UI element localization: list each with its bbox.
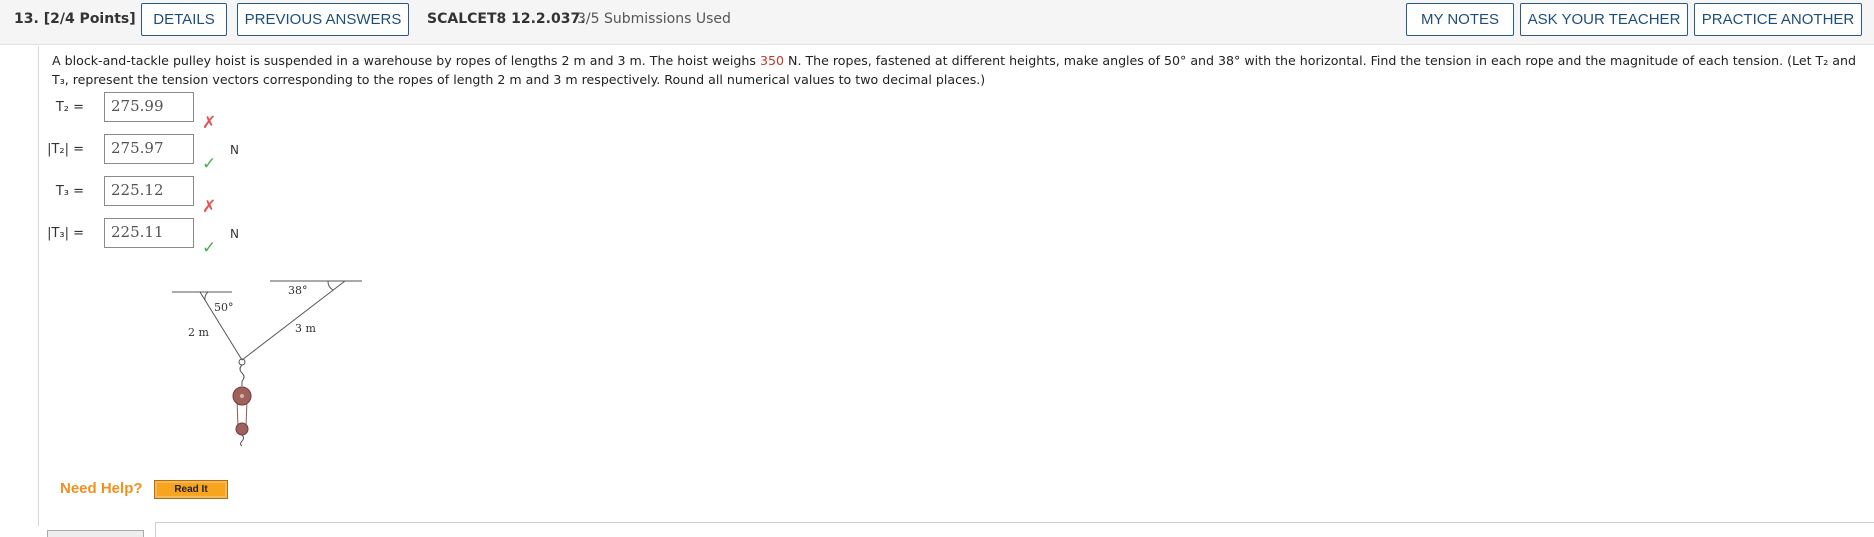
answer-label-t2-magnitude: |T₂| = — [47, 142, 84, 157]
practice-another-button[interactable]: PRACTICE ANOTHER — [1694, 3, 1862, 36]
answer-label-t2: T₂ = — [55, 100, 84, 115]
bottom-panel — [155, 522, 1874, 537]
question-text: A block-and-tackle pulley hoist is suspe… — [52, 51, 1862, 89]
pulley-diagram: 50° 38° 2 m 3 m — [172, 280, 362, 447]
points-label: [2/4 Points] — [43, 11, 136, 27]
upper-pulley-axle — [240, 394, 244, 398]
unit-label: N — [230, 227, 239, 241]
x-mark-icon: ✗ — [202, 197, 217, 217]
lower-pulley-wheel — [235, 422, 249, 436]
rope-label-2m: 2 m — [188, 326, 209, 339]
x-mark-icon: ✗ — [202, 113, 217, 133]
answer-input-t3-magnitude[interactable]: 225.11 — [104, 218, 194, 248]
rope-label-3m: 3 m — [295, 322, 316, 335]
answer-input-t2[interactable]: 275.99 — [104, 92, 194, 122]
ask-your-teacher-button[interactable]: ASK YOUR TEACHER — [1520, 3, 1688, 36]
problem-code: SCALCET8 12.2.037. — [427, 11, 586, 27]
answer-input-t3[interactable]: 225.12 — [104, 176, 194, 206]
left-border — [38, 46, 39, 526]
answer-label-t3-magnitude: |T₃| = — [47, 226, 84, 241]
angle-arc-50 — [204, 291, 209, 301]
details-button[interactable]: DETAILS — [141, 3, 227, 36]
check-mark-icon: ✓ — [202, 154, 217, 174]
question-number-text: 13. — [14, 11, 39, 27]
submissions-used: 3/5 Submissions Used — [577, 11, 731, 27]
angle-arc-38 — [327, 280, 334, 291]
answer-label-t3: T₃ = — [55, 184, 84, 199]
read-it-button[interactable]: Read It — [154, 480, 228, 499]
weight-value: 350 — [759, 53, 785, 68]
check-mark-icon: ✓ — [202, 238, 217, 258]
question-number: 13. [2/4 Points] — [14, 11, 136, 27]
question-header: 13. [2/4 Points] DETAILS PREVIOUS ANSWER… — [0, 0, 1874, 45]
hook-chain — [239, 364, 245, 382]
question-text-start: A block-and-tackle pulley hoist is suspe… — [52, 53, 760, 68]
angle-label-50: 50° — [214, 301, 234, 314]
angle-label-38: 38° — [288, 284, 308, 297]
my-notes-button[interactable]: MY NOTES — [1406, 3, 1514, 36]
need-help-label: Need Help? — [60, 480, 143, 497]
bottom-hook — [240, 434, 244, 447]
unit-label: N — [230, 143, 239, 157]
previous-answers-button[interactable]: PREVIOUS ANSWERS — [237, 3, 409, 36]
answer-input-t2-magnitude[interactable]: 275.97 — [104, 134, 194, 164]
